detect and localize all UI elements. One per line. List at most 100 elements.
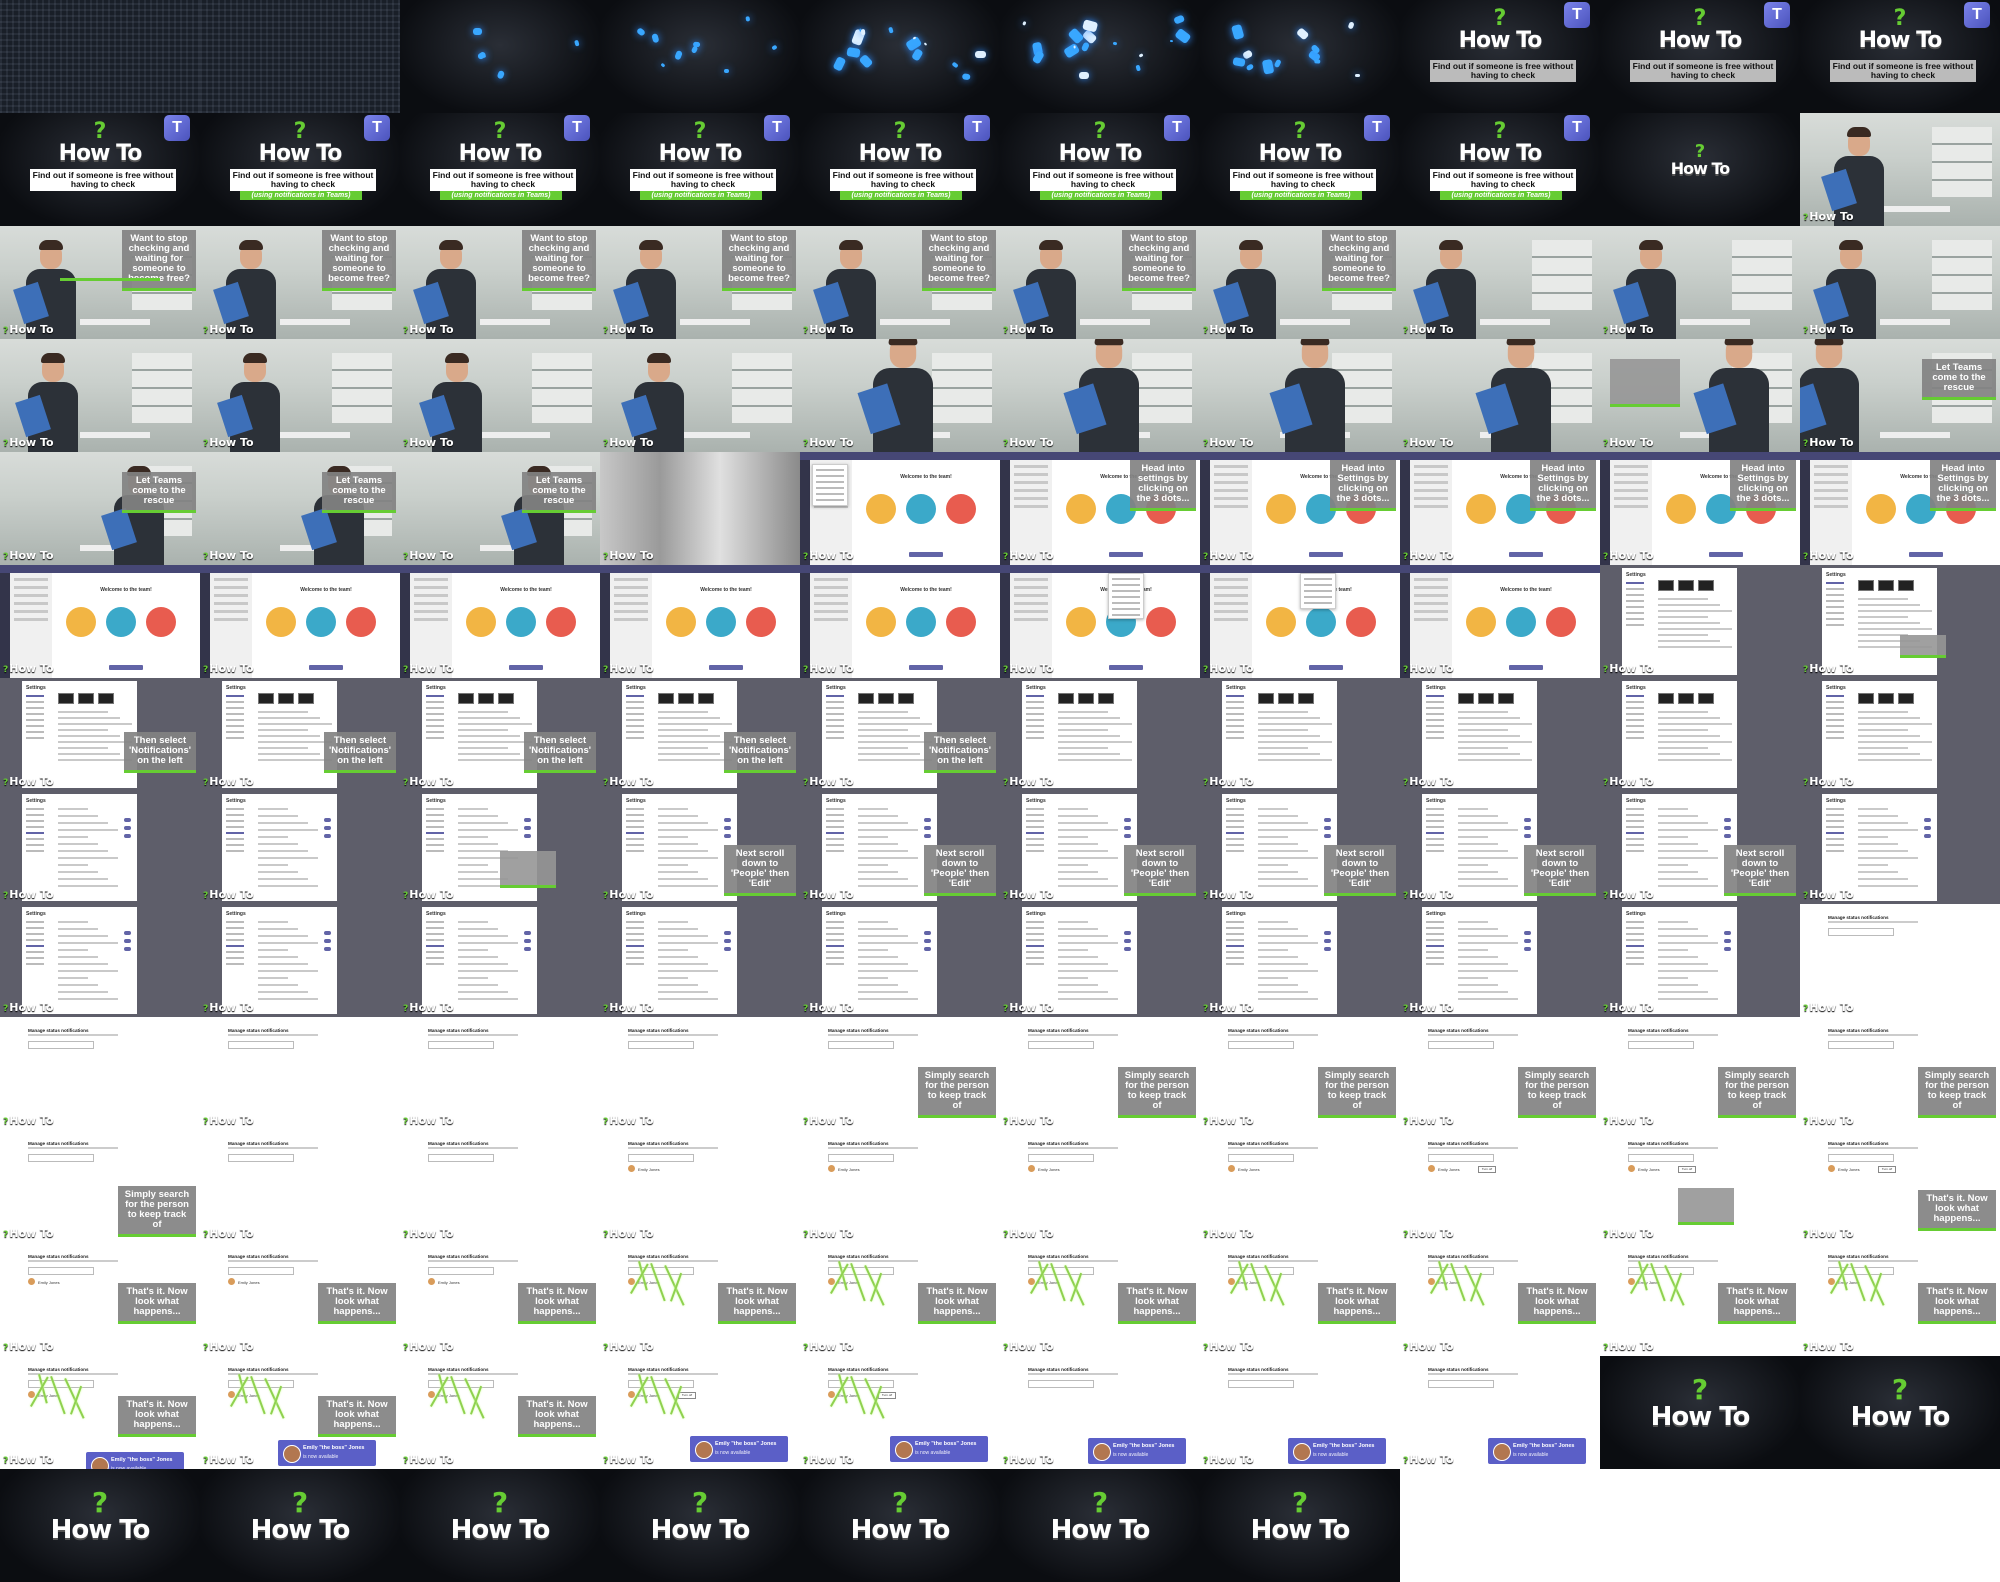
particle <box>1262 59 1275 75</box>
settings-dialog: Settings <box>1822 794 1937 901</box>
people-search-input[interactable] <box>1228 1154 1294 1162</box>
people-search-input[interactable] <box>1428 1041 1494 1049</box>
how-to-logo-small: ?How To <box>603 1340 654 1353</box>
people-search-input[interactable] <box>228 1380 294 1388</box>
people-search-input[interactable] <box>228 1267 294 1275</box>
question-mark-icon: ? <box>1403 439 1409 449</box>
people-search-input[interactable] <box>228 1154 294 1162</box>
settings-nav-item <box>26 927 44 929</box>
settings-nav-item <box>1626 612 1644 614</box>
option-line <box>1058 949 1088 951</box>
turn-off-button[interactable]: Turn off <box>1878 1166 1896 1173</box>
how-to-logo-small: ?How To <box>1603 549 1654 562</box>
option-line <box>458 723 532 725</box>
manage-notifications-title: Manage status notifications <box>1628 1141 1689 1146</box>
people-search-input[interactable] <box>1828 1267 1894 1275</box>
people-search-input[interactable] <box>428 1154 494 1162</box>
caption-let_teams: Let Teams come to the rescue <box>122 472 196 513</box>
people-search-input[interactable] <box>1228 1267 1294 1275</box>
option-line <box>458 935 508 937</box>
people-search-input[interactable] <box>1228 1380 1294 1388</box>
how-to-logo: ? How To <box>59 121 143 165</box>
people-search-input[interactable] <box>1828 928 1894 936</box>
people-search-input[interactable] <box>1828 1154 1894 1162</box>
frame-r8-c8: Settings ?How To <box>1600 904 1800 1017</box>
people-search-input[interactable] <box>228 1041 294 1049</box>
people-search-input[interactable] <box>1428 1154 1494 1162</box>
how-to-logo-small: ?How To <box>803 323 854 336</box>
option-line <box>1658 977 1688 979</box>
option-line <box>1058 942 1118 944</box>
people-search-input[interactable] <box>1028 1041 1094 1049</box>
people-search-input[interactable] <box>28 1041 94 1049</box>
how-to-logo-small: ?How To <box>403 775 454 788</box>
people-search-input[interactable] <box>1628 1154 1694 1162</box>
settings-nav-item <box>1626 606 1644 608</box>
people-search-input[interactable] <box>428 1267 494 1275</box>
people-search-input[interactable] <box>428 1041 494 1049</box>
toggle-switch <box>324 947 331 951</box>
channel-item <box>214 610 248 613</box>
person-hair <box>1814 339 1844 346</box>
storyboard-grid: ? How To T Find out if someone is free with… <box>0 0 2000 1582</box>
turn-off-button[interactable]: Turn off <box>678 1392 696 1399</box>
settings-nav-item <box>626 945 644 947</box>
people-search-input[interactable] <box>28 1267 94 1275</box>
people-search-input[interactable] <box>1628 1267 1694 1275</box>
settings-nav-item <box>226 838 244 840</box>
people-search-input[interactable] <box>628 1041 694 1049</box>
people-search-input[interactable] <box>1428 1380 1494 1388</box>
people-search-input[interactable] <box>1428 1267 1494 1275</box>
option-line <box>58 942 118 944</box>
option-line <box>58 928 98 930</box>
people-search-input[interactable] <box>828 1380 894 1388</box>
notifications-page: Manage status notifications Emily Jones <box>622 1133 777 1240</box>
settings-nav-item <box>826 951 844 953</box>
channel-item <box>214 578 248 581</box>
turn-off-button[interactable]: Turn off <box>1678 1166 1696 1173</box>
caption-simply_search: Simply search for the person to keep tra… <box>1718 1067 1796 1118</box>
frame-r6-c9: Settings ?How To <box>1800 678 2000 791</box>
notifications-description <box>1628 1034 1718 1036</box>
people-search-input[interactable] <box>628 1154 694 1162</box>
people-search-input[interactable] <box>628 1267 694 1275</box>
notifications-description <box>1028 1147 1118 1149</box>
people-search-input[interactable] <box>1828 1041 1894 1049</box>
notifications-description <box>1228 1373 1318 1375</box>
toast-name: Emily "the boss" Jones <box>303 1445 365 1451</box>
how-to-logo-small: ?How To <box>1403 1001 1454 1014</box>
question-mark-icon: ? <box>803 1230 809 1240</box>
people-search-input[interactable] <box>828 1041 894 1049</box>
option-line <box>258 822 308 824</box>
settings-nav-item <box>1826 588 1844 590</box>
settings-nav-item <box>226 957 244 959</box>
settings-nav-item <box>226 921 244 923</box>
option-line <box>658 970 718 972</box>
settings-nav-item <box>826 814 844 816</box>
settings-nav-item <box>1426 725 1444 727</box>
turn-off-button[interactable]: Turn off <box>878 1392 896 1399</box>
people-search-input[interactable] <box>1028 1380 1094 1388</box>
settings-nav-item <box>26 951 44 953</box>
particle <box>1022 21 1027 27</box>
people-search-input[interactable] <box>428 1380 494 1388</box>
people-search-input[interactable] <box>28 1380 94 1388</box>
people-search-input[interactable] <box>28 1154 94 1162</box>
toggle-switch <box>524 818 531 822</box>
toast-status: is now available <box>1313 1452 1349 1458</box>
people-search-input[interactable] <box>1228 1041 1294 1049</box>
people-search-input[interactable] <box>828 1267 894 1275</box>
people-search-input[interactable] <box>1628 1041 1694 1049</box>
option-line <box>1258 949 1288 951</box>
channel-item <box>14 578 48 581</box>
people-search-input[interactable] <box>1028 1154 1094 1162</box>
caption-stop_waiting: Want to stop checking and waiting for so… <box>322 230 396 291</box>
settings-nav-item <box>826 707 844 709</box>
people-search-input[interactable] <box>1028 1267 1094 1275</box>
option-line <box>1458 717 1520 719</box>
question-mark-icon: ? <box>803 552 809 562</box>
people-search-input[interactable] <box>628 1380 694 1388</box>
settings-title: Settings <box>626 798 646 804</box>
people-search-input[interactable] <box>828 1154 894 1162</box>
turn-off-button[interactable]: Turn off <box>1478 1166 1496 1173</box>
